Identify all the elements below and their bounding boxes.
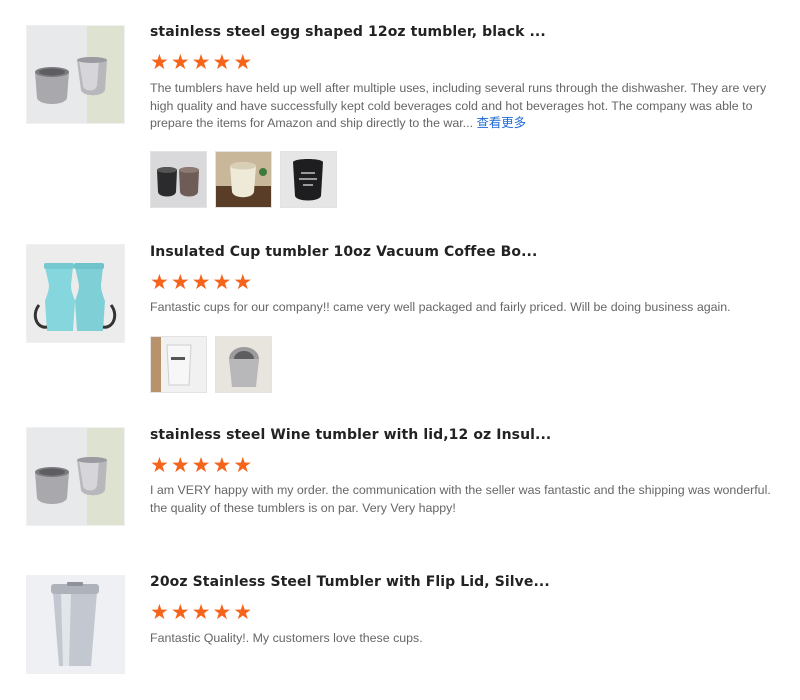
black-tumblers-photo-icon	[151, 152, 206, 207]
star-rating: ★ ★ ★ ★ ★	[150, 602, 252, 623]
review-photo-thumbnail[interactable]	[215, 336, 272, 393]
star-icon: ★	[212, 601, 232, 624]
star-icon: ★	[150, 271, 169, 294]
review-photo-thumbnail[interactable]	[150, 151, 207, 208]
star-icon: ★	[233, 454, 253, 477]
egg-tumbler-pair-image	[27, 26, 124, 123]
drink-photo-icon	[216, 152, 271, 207]
star-rating: ★ ★ ★ ★ ★	[150, 52, 252, 73]
star-icon: ★	[191, 454, 211, 477]
review-text: Fantastic cups for our company!! came ve…	[150, 300, 731, 314]
review-text: The tumblers have held up well after mul…	[150, 80, 782, 133]
star-icon: ★	[191, 271, 211, 294]
star-icon: ★	[212, 51, 232, 74]
product-thumbnail[interactable]	[26, 25, 125, 124]
review-product-title[interactable]: stainless steel egg shaped 12oz tumbler,…	[150, 24, 546, 40]
star-icon: ★	[233, 271, 253, 294]
review-text: Fantastic Quality!. My customers love th…	[150, 631, 423, 645]
review-product-title[interactable]: stainless steel Wine tumbler with lid,12…	[150, 427, 551, 443]
review-text-body: The tumblers have held up well after mul…	[150, 81, 767, 130]
product-thumbnail[interactable]	[26, 244, 125, 343]
star-rating: ★ ★ ★ ★ ★	[150, 455, 252, 476]
review-photo-thumbnail[interactable]	[215, 151, 272, 208]
wine-tumbler-pair-image	[27, 428, 124, 525]
review-photo-thumbnail[interactable]	[150, 336, 207, 393]
star-icon: ★	[191, 51, 211, 74]
star-icon: ★	[150, 601, 169, 624]
star-icon: ★	[150, 454, 169, 477]
review-product-title[interactable]: Insulated Cup tumbler 10oz Vacuum Coffee…	[150, 244, 537, 260]
review-photos	[150, 336, 272, 393]
review-photos	[150, 151, 337, 208]
star-icon: ★	[233, 601, 253, 624]
engraved-tumbler-photo-icon	[281, 152, 336, 207]
cup-top-view-photo-icon	[216, 337, 271, 392]
product-thumbnail[interactable]	[26, 575, 125, 674]
star-icon: ★	[150, 51, 169, 74]
star-icon: ★	[212, 271, 232, 294]
star-icon: ★	[212, 454, 232, 477]
teal-tumbler-pair-image	[27, 245, 124, 342]
review-product-title[interactable]: 20oz Stainless Steel Tumbler with Flip L…	[150, 574, 550, 590]
star-icon: ★	[191, 601, 211, 624]
star-icon: ★	[233, 51, 253, 74]
star-rating: ★ ★ ★ ★ ★	[150, 272, 252, 293]
steel-tumbler-20oz-image	[27, 576, 124, 673]
review-text: I am VERY happy with my order. the commu…	[150, 483, 771, 515]
star-icon: ★	[170, 271, 190, 294]
star-icon: ★	[170, 51, 190, 74]
star-icon: ★	[170, 601, 190, 624]
white-cup-photo-icon	[151, 337, 206, 392]
review-photo-thumbnail[interactable]	[280, 151, 337, 208]
star-icon: ★	[170, 454, 190, 477]
product-thumbnail[interactable]	[26, 427, 125, 526]
see-more-link[interactable]: 查看更多	[476, 116, 526, 130]
